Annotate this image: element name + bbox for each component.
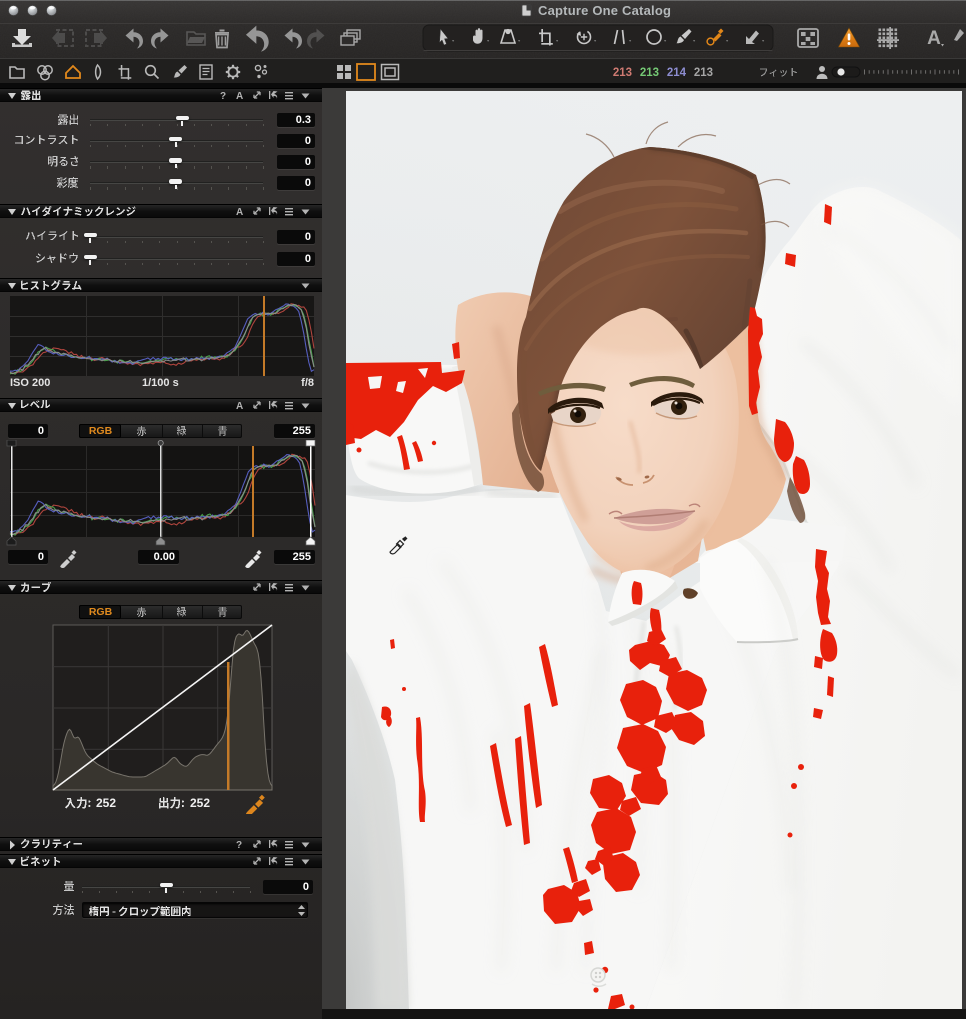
- svg-text:213: 213: [694, 67, 713, 79]
- svg-text:A: A: [927, 28, 941, 49]
- svg-text:A: A: [236, 207, 243, 218]
- svg-text:213: 213: [640, 67, 659, 79]
- svg-text:A: A: [236, 91, 243, 102]
- svg-text:213: 213: [613, 67, 632, 79]
- svg-text:?: ?: [220, 91, 226, 102]
- svg-text:?: ?: [236, 840, 242, 851]
- svg-text:A: A: [236, 401, 243, 412]
- svg-text:214: 214: [667, 67, 687, 79]
